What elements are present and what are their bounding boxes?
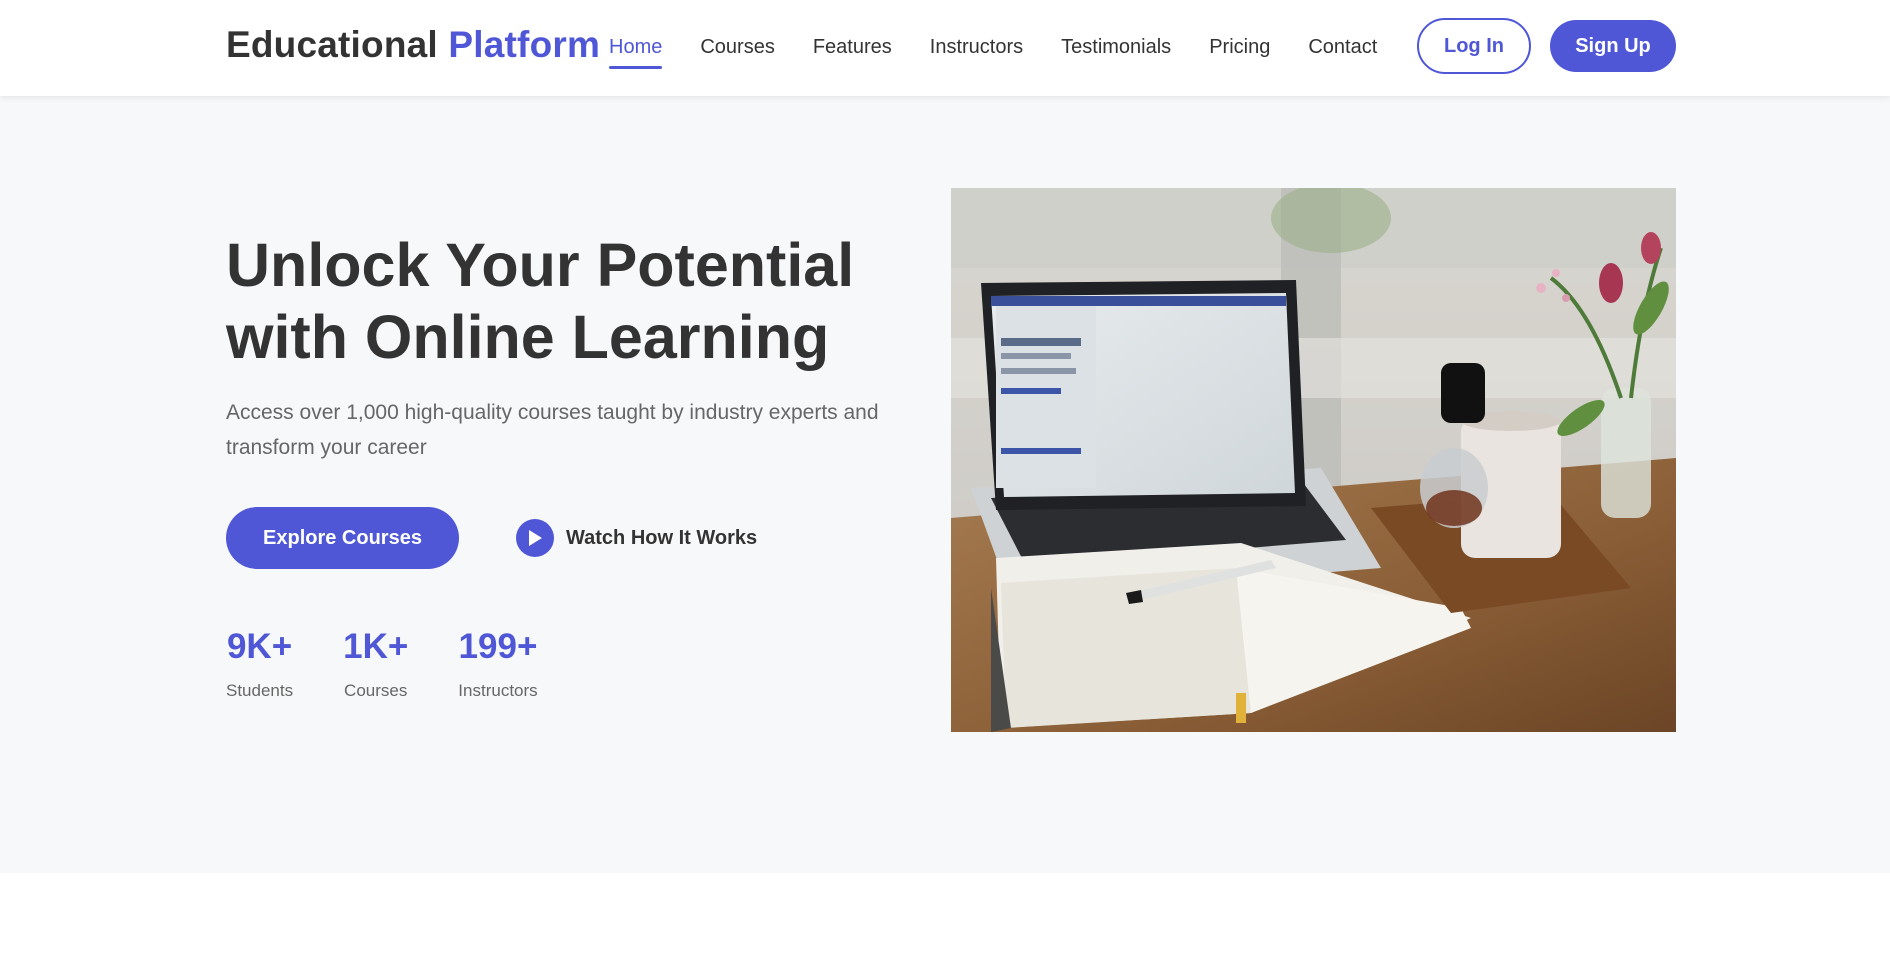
nav-pricing[interactable]: Pricing	[1209, 34, 1270, 70]
stat-value: 199+	[458, 627, 538, 666]
stat-value: 1K+	[343, 627, 409, 666]
laptop-notebook-photo	[951, 188, 1676, 732]
stat-instructors: 199+ Instructors	[458, 627, 537, 701]
watch-label: Watch How It Works	[566, 526, 758, 549]
hero-image	[951, 188, 1676, 732]
hero-title-line1: Unlock Your Potential	[226, 231, 855, 299]
explore-courses-button[interactable]: Explore Courses	[226, 507, 459, 569]
site-header: Educational Platform Home Courses Featur…	[0, 0, 1890, 96]
hero-title: Unlock Your Potential with Online Learni…	[226, 229, 926, 373]
logo-text: Educational	[226, 24, 438, 65]
hero-section: Unlock Your Potential with Online Learni…	[0, 96, 1890, 873]
nav-instructors[interactable]: Instructors	[930, 34, 1023, 70]
watch-how-it-works-link[interactable]: Watch How It Works	[516, 518, 757, 558]
stats-row: 9K+ Students 1K+ Courses 199+ Instructor…	[226, 627, 588, 701]
signup-button[interactable]: Sign Up	[1550, 20, 1676, 72]
stat-label: Students	[226, 681, 294, 700]
stat-students: 9K+ Students	[226, 627, 293, 701]
stat-courses: 1K+ Courses	[343, 627, 408, 701]
nav-features[interactable]: Features	[813, 34, 892, 70]
hero-subtitle: Access over 1,000 high-quality courses t…	[226, 401, 879, 459]
hero-title-line2: with Online Learning	[226, 303, 830, 371]
nav-testimonials[interactable]: Testimonials	[1061, 34, 1171, 70]
login-button[interactable]: Log In	[1417, 18, 1531, 74]
stat-label: Courses	[344, 681, 408, 700]
nav-courses[interactable]: Courses	[700, 34, 774, 70]
stat-label: Instructors	[458, 681, 538, 700]
main-nav: Home Courses Features Instructors Testim…	[609, 34, 1415, 70]
nav-home[interactable]: Home	[609, 34, 663, 70]
nav-contact[interactable]: Contact	[1308, 34, 1377, 70]
logo-accent-text: Platform	[448, 24, 601, 65]
page-below-hero	[0, 873, 1890, 954]
play-icon	[516, 519, 554, 557]
stat-value: 9K+	[226, 627, 293, 666]
logo[interactable]: Educational Platform	[226, 24, 600, 66]
